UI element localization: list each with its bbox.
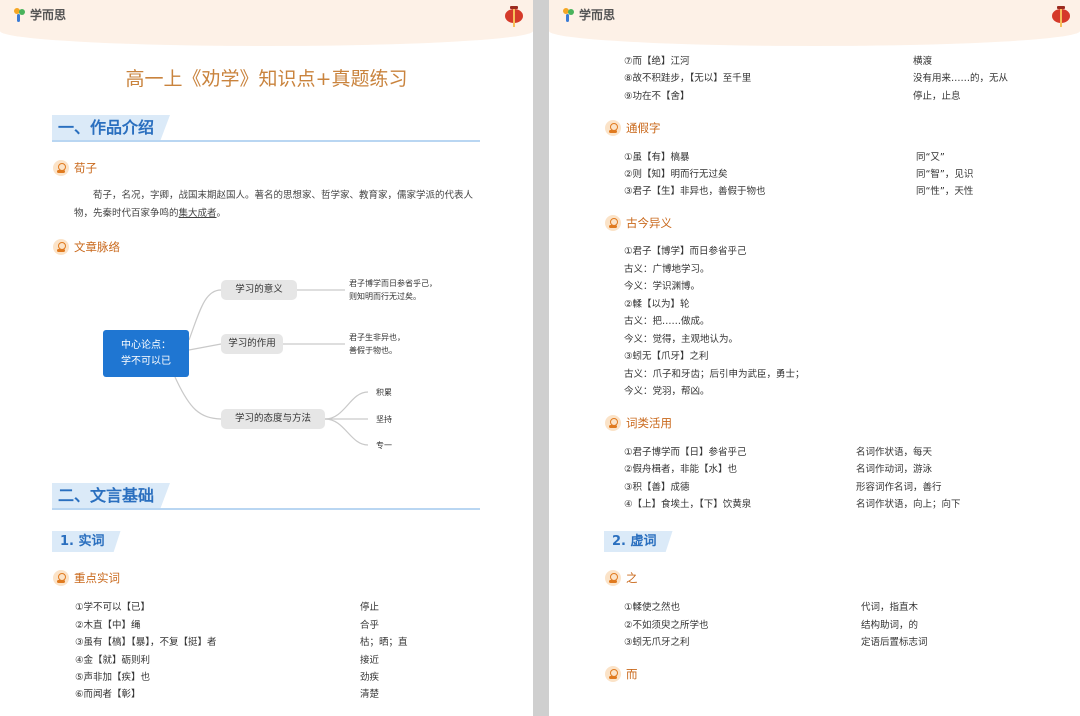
mindmap-leaf: 坚持: [376, 415, 392, 424]
badge-icon: [605, 570, 621, 586]
mindmap-root-node: 中心论点： 学不可以已: [103, 330, 189, 377]
vocab-term: ⑨功在不【舍】: [624, 91, 690, 102]
vocab-meaning: 形容词作名词，善行: [856, 482, 942, 493]
vocab-term: ①学不可以【已】: [75, 602, 151, 613]
vocab-meaning: 代词，指直木: [861, 602, 919, 613]
document-page-right: 学而思 ⑦而【绝】江河 横渡 ⑧故不积跬步，【无以】至千里 没有用来……的，无从…: [549, 0, 1080, 716]
meaning-line: ①君子【博学】而日参省乎己: [624, 246, 747, 257]
vocab-meaning: 结构助词，的: [861, 620, 919, 631]
badge-icon: [605, 215, 621, 231]
vocab-meaning: 名词作动词，游泳: [856, 464, 933, 475]
brand-mark-icon: [563, 7, 575, 22]
brand-name: 学而思: [579, 8, 616, 22]
vocab-meaning: 定语后置标志词: [861, 637, 928, 648]
subheading-er: 而: [605, 666, 638, 682]
vocab-meaning: 合乎: [360, 620, 380, 631]
vocab-meaning: 劲疾: [360, 672, 380, 683]
vocab-term: ①君子博学而【日】参省乎己: [624, 447, 747, 458]
vocab-meaning: 没有用来……的，无从: [913, 73, 1009, 84]
subsection-heading-function-words: 2. 虚词: [604, 531, 673, 552]
vocab-term: ④【上】食埃土，【下】饮黄泉: [624, 499, 752, 510]
vocab-term: ⑤声非加【疾】也: [75, 672, 151, 683]
vocab-meaning: 同“智”，见识: [916, 169, 974, 180]
badge-icon: [605, 120, 621, 136]
subheading-zhi: 之: [605, 570, 638, 586]
subheading-cilei: 词类活用: [605, 415, 672, 431]
vocab-term: ④金【就】砺则利: [75, 655, 151, 666]
lantern-icon: [1052, 6, 1070, 27]
vocab-meaning: 横渡: [913, 56, 933, 67]
meaning-line: 古义：把……做成。: [624, 316, 710, 327]
vocab-term: ③蚓无爪牙之利: [624, 637, 690, 648]
meaning-line: ②輮【以为】轮: [624, 299, 690, 310]
vocab-meaning: 同“性”，天性: [916, 186, 974, 197]
vocab-meaning: 名词作状语，向上；向下: [856, 499, 961, 510]
vocab-term: ⑧故不积跬步，【无以】至千里: [624, 73, 752, 84]
mindmap-branch-function: 学习的作用: [221, 334, 283, 354]
brand-logo: 学而思: [563, 6, 615, 23]
vocab-meaning: 清楚: [360, 689, 380, 700]
vocab-term: ③虽有【槁】【暴】，不复【挺】者: [75, 637, 217, 648]
vocab-term: ③君子【生】非异也，善假于物也: [624, 186, 766, 197]
mindmap-leaf: 专一: [376, 441, 392, 450]
vocab-term: ①輮使之然也: [624, 602, 681, 613]
meaning-line: 今义：学识渊博。: [624, 281, 701, 292]
section-rule: [52, 508, 480, 510]
subsection-heading-content-words: 1. 实词: [52, 531, 121, 552]
mindmap-leaf: 君子博学而日参省乎己， 则知明而行无过矣。: [349, 279, 437, 301]
vocab-meaning: 同“又”: [916, 152, 945, 163]
document-page-left: 学而思 高一上《劝学》知识点+真题练习 一、作品介绍 荀子 荀子，名况，字卿，战…: [0, 0, 533, 716]
vocab-term: ③积【善】成德: [624, 482, 690, 493]
vocab-meaning: 停止: [360, 602, 380, 613]
vocab-meaning: 停止，止息: [913, 91, 961, 102]
mindmap-leaf: 积累: [376, 388, 392, 397]
meaning-line: ③蚓无【爪牙】之利: [624, 351, 709, 362]
vocab-term: ②假舟楫者，非能【水】也: [624, 464, 738, 475]
mindmap-leaf: 君子生非异也， 善假于物也。: [349, 333, 405, 355]
subheading-key-words: 重点实词: [53, 570, 120, 586]
vocab-meaning: 名词作状语，每天: [856, 447, 933, 458]
vocab-meaning: 接近: [360, 655, 380, 666]
vocab-meaning: 枯；晒；直: [360, 637, 408, 648]
badge-icon: [605, 415, 621, 431]
meaning-line: 古义：广博地学习。: [624, 264, 710, 275]
badge-icon: [605, 666, 621, 682]
page-header: 学而思: [549, 0, 1080, 46]
badge-icon: [53, 570, 69, 586]
vocab-term: ⑥而闻者【彰】: [75, 689, 141, 700]
subheading-gujin: 古今异义: [605, 215, 672, 231]
meaning-line: 今义：党羽，帮凶。: [624, 386, 710, 397]
vocab-term: ②木直【中】绳: [75, 620, 141, 631]
vocab-term: ②不如须臾之所学也: [624, 620, 709, 631]
mindmap-branch-meaning: 学习的意义: [221, 280, 297, 300]
vocab-term: ⑦而【绝】江河: [624, 56, 690, 67]
vocab-term: ①虽【有】槁暴: [624, 152, 690, 163]
vocab-term: ②则【知】明而行无过矣: [624, 169, 728, 180]
meaning-line: 今义：觉得，主观地认为。: [624, 334, 739, 345]
subheading-tongjia: 通假字: [605, 120, 661, 136]
page-gutter: [533, 0, 549, 716]
meaning-line: 古义：爪子和牙齿；后引申为武臣，勇士；: [624, 369, 805, 380]
mindmap-branch-attitude: 学习的态度与方法: [221, 409, 325, 429]
